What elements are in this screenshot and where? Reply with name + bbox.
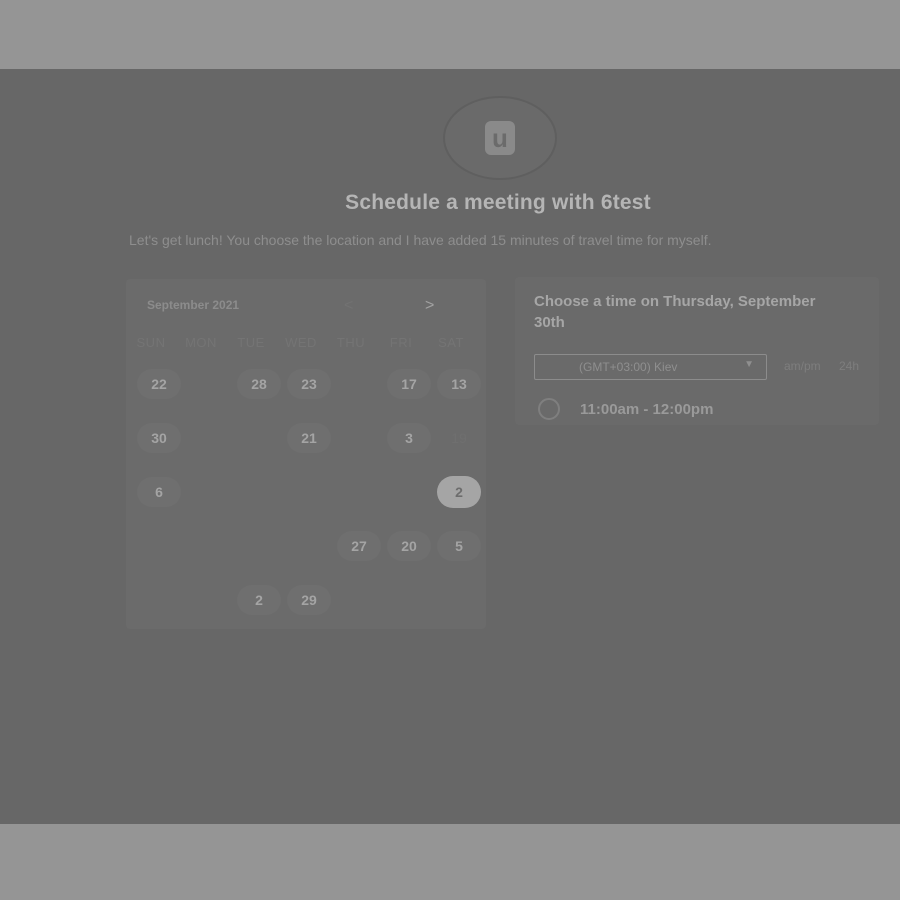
calendar-day[interactable]: 5	[437, 531, 481, 561]
weekday-sun: SUN	[136, 335, 166, 350]
calendar-day[interactable]: 20	[387, 531, 431, 561]
month-label: September 2021	[147, 298, 240, 312]
bottom-overlay-band	[0, 824, 900, 900]
scheduling-page: u Schedule a meeting with 6test Let's ge…	[0, 69, 900, 824]
timezone-select[interactable]: (GMT+03:00) Kiev ▼	[534, 354, 767, 380]
weekday-tue: TUE	[237, 335, 265, 350]
timezone-value: (GMT+03:00) Kiev	[579, 360, 678, 374]
calendar-day[interactable]: 27	[337, 531, 381, 561]
time-slot-label: 11:00am - 12:00pm	[580, 400, 714, 418]
calendar-day[interactable]: 28	[237, 369, 281, 399]
calendar-day[interactable]: 6	[137, 477, 181, 507]
caret-down-icon: ▼	[744, 359, 754, 370]
calendar-day[interactable]: 22	[137, 369, 181, 399]
weekday-fri: FRI	[389, 335, 413, 350]
calendar-day[interactable]: 3	[387, 423, 431, 453]
weekday-thu: THU	[336, 335, 366, 350]
avatar-letter: u	[485, 121, 515, 155]
chevron-right-icon: >	[425, 297, 435, 314]
calendar-day[interactable]: 29	[287, 585, 331, 615]
calendar-day[interactable]: 17	[387, 369, 431, 399]
calendar-day[interactable]: 23	[287, 369, 331, 399]
top-overlay-band	[0, 0, 900, 69]
calendar-day-selected[interactable]: 2	[437, 476, 481, 508]
format-ampm-toggle[interactable]: am/pm	[784, 359, 821, 373]
format-24h-toggle[interactable]: 24h	[839, 359, 859, 373]
radio-button[interactable]	[538, 398, 560, 420]
page-title: Schedule a meeting with 6test	[345, 191, 651, 214]
page-subtitle: Let's get lunch! You choose the location…	[129, 232, 712, 248]
chevron-left-icon: <	[344, 297, 354, 314]
calendar: September 2021 < > SUN MON TUE WED THU F…	[126, 279, 486, 629]
calendar-day[interactable]: 21	[287, 423, 331, 453]
calendar-day: 19	[451, 430, 467, 446]
time-panel-heading: Choose a time on Thursday, September 30t…	[534, 293, 816, 331]
weekday-sat: SAT	[438, 335, 464, 350]
weekday-wed: WED	[285, 335, 317, 350]
time-slot[interactable]: 11:00am - 12:00pm	[538, 398, 713, 420]
time-picker-panel: Choose a time on Thursday, September 30t…	[515, 277, 879, 425]
calendar-day[interactable]: 30	[137, 423, 181, 453]
prev-month-button[interactable]: <	[344, 297, 353, 315]
avatar: u	[443, 96, 557, 180]
calendar-day[interactable]: 2	[237, 585, 281, 615]
next-month-button[interactable]: >	[425, 297, 434, 315]
calendar-day[interactable]: 13	[437, 369, 481, 399]
weekday-mon: MON	[185, 335, 217, 350]
